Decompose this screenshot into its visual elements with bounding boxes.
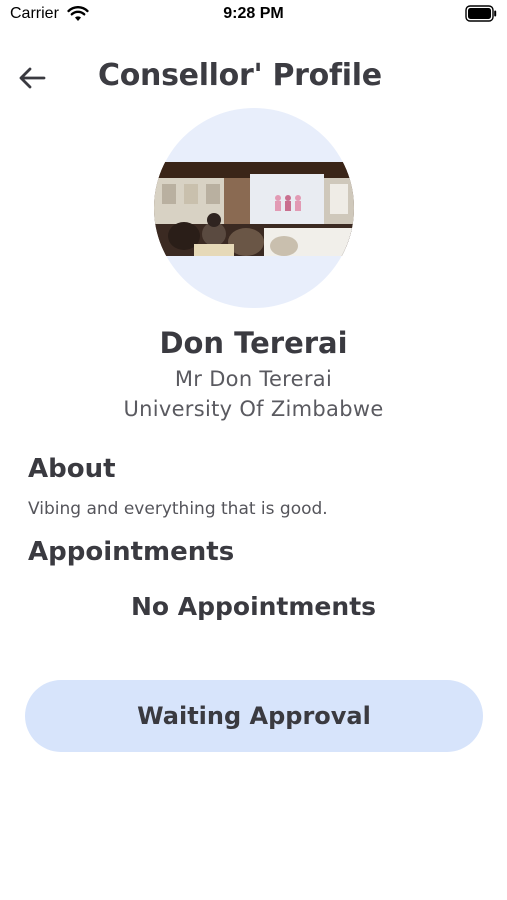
- arrow-left-icon: [19, 67, 46, 89]
- status-bar: Carrier 9:28 PM: [0, 0, 507, 30]
- counsellor-organization: University Of Zimbabwe: [123, 397, 384, 421]
- appointments-heading: Appointments: [28, 537, 235, 567]
- no-appointments-message: No Appointments: [130, 592, 377, 621]
- battery-icon: [465, 5, 497, 22]
- about-text: Vibing and everything that is good.: [28, 499, 328, 519]
- back-button[interactable]: [12, 60, 52, 96]
- clock: 9:28 PM: [223, 5, 284, 22]
- profile-photo: [154, 162, 354, 256]
- about-heading: About: [28, 454, 116, 484]
- page-title: Consellor' Profile: [98, 58, 382, 93]
- avatar: [154, 108, 354, 308]
- counsellor-profile-screen: Carrier 9:28 PM Consellor' Profile Don T…: [0, 0, 507, 900]
- waiting-approval-button[interactable]: Waiting Approval: [25, 680, 483, 752]
- counsellor-title: Mr Don Tererai: [174, 367, 333, 391]
- counsellor-name: Don Tererai: [159, 326, 348, 360]
